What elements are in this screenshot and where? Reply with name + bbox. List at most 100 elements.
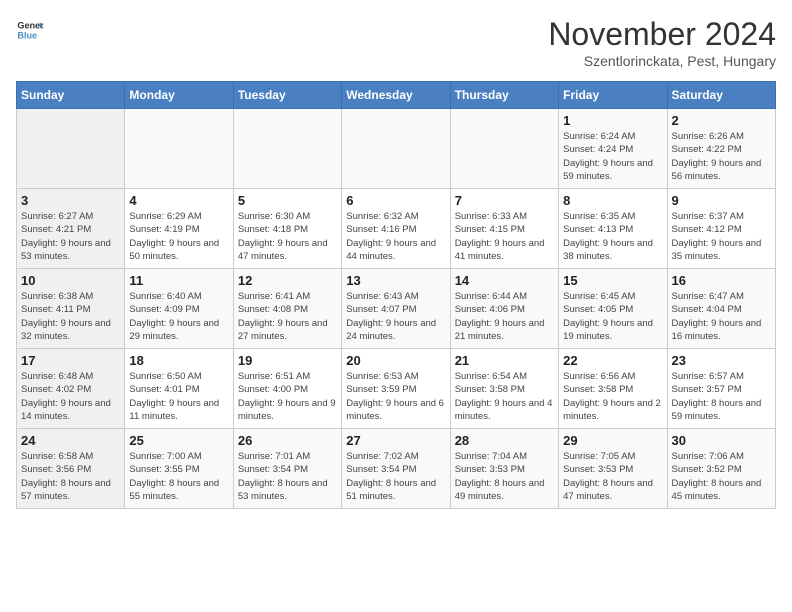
calendar-cell: 22Sunrise: 6:56 AM Sunset: 3:58 PM Dayli… — [559, 349, 667, 429]
day-info: Sunrise: 6:29 AM Sunset: 4:19 PM Dayligh… — [129, 210, 228, 263]
svg-text:Blue: Blue — [17, 30, 37, 40]
title-area: November 2024 Szentlorinckata, Pest, Hun… — [548, 16, 776, 69]
day-number: 2 — [672, 113, 771, 128]
day-of-week-header: Tuesday — [233, 82, 341, 109]
day-of-week-header: Monday — [125, 82, 233, 109]
calendar-cell: 9Sunrise: 6:37 AM Sunset: 4:12 PM Daylig… — [667, 189, 775, 269]
day-number: 28 — [455, 433, 554, 448]
calendar-cell: 12Sunrise: 6:41 AM Sunset: 4:08 PM Dayli… — [233, 269, 341, 349]
day-info: Sunrise: 6:40 AM Sunset: 4:09 PM Dayligh… — [129, 290, 228, 343]
calendar-cell: 20 Sunrise: 6:53 AM Sunset: 3:59 PM Dayli… — [342, 349, 450, 429]
day-number: 18 — [129, 353, 228, 368]
day-info: Sunrise: 7:00 AM Sunset: 3:55 PM Dayligh… — [129, 450, 228, 503]
day-info: Sunrise: 6:44 AM Sunset: 4:06 PM Dayligh… — [455, 290, 554, 343]
calendar-cell — [125, 109, 233, 189]
day-number: 7 — [455, 193, 554, 208]
calendar-week-row: 24 Sunrise: 6:58 AM Sunset: 3:56 PM Dayli… — [17, 429, 776, 509]
calendar-cell: 6 Sunrise: 6:32 AM Sunset: 4:16 PM Daylig… — [342, 189, 450, 269]
day-number: 8 — [563, 193, 662, 208]
day-number: 21 — [455, 353, 554, 368]
day-number: 15 — [563, 273, 662, 288]
day-number: 10 — [21, 273, 120, 288]
calendar-cell: 24 Sunrise: 6:58 AM Sunset: 3:56 PM Dayli… — [17, 429, 125, 509]
calendar-cell: 18Sunrise: 6:50 AM Sunset: 4:01 PM Dayli… — [125, 349, 233, 429]
calendar-table: SundayMondayTuesdayWednesdayThursdayFrid… — [16, 81, 776, 509]
day-info: Sunrise: 6:38 AM Sunset: 4:11 PM Dayligh… — [21, 290, 120, 343]
page-header: General Blue November 2024 Szentlorincka… — [16, 16, 776, 69]
calendar-cell — [233, 109, 341, 189]
calendar-cell: 23 Sunrise: 6:57 AM Sunset: 3:57 PM Dayli… — [667, 349, 775, 429]
day-info: Sunrise: 6:51 AM Sunset: 4:00 PM Dayligh… — [238, 370, 337, 423]
day-number: 24 — [21, 433, 120, 448]
day-info: Sunrise: 6:41 AM Sunset: 4:08 PM Dayligh… — [238, 290, 337, 343]
day-number: 13 — [346, 273, 445, 288]
day-of-week-header: Wednesday — [342, 82, 450, 109]
day-number: 3 — [21, 193, 120, 208]
calendar-week-row: 17 Sunrise: 6:48 AM Sunset: 4:02 PM Dayli… — [17, 349, 776, 429]
calendar-header: SundayMondayTuesdayWednesdayThursdayFrid… — [17, 82, 776, 109]
day-info: Sunrise: 6:47 AM Sunset: 4:04 PM Dayligh… — [672, 290, 771, 343]
day-info: Sunrise: 7:02 AM Sunset: 3:54 PM Dayligh… — [346, 450, 445, 503]
day-number: 20 — [346, 353, 445, 368]
day-info: Sunrise: 7:06 AM Sunset: 3:52 PM Dayligh… — [672, 450, 771, 503]
calendar-body: 1Sunrise: 6:24 AM Sunset: 4:24 PM Daylig… — [17, 109, 776, 509]
calendar-cell — [450, 109, 558, 189]
calendar-cell: 17 Sunrise: 6:48 AM Sunset: 4:02 PM Dayli… — [17, 349, 125, 429]
calendar-cell: 7Sunrise: 6:33 AM Sunset: 4:15 PM Daylig… — [450, 189, 558, 269]
day-number: 27 — [346, 433, 445, 448]
day-info: Sunrise: 6:45 AM Sunset: 4:05 PM Dayligh… — [563, 290, 662, 343]
logo: General Blue — [16, 16, 44, 44]
day-info: Sunrise: 6:35 AM Sunset: 4:13 PM Dayligh… — [563, 210, 662, 263]
day-info: Sunrise: 7:01 AM Sunset: 3:54 PM Dayligh… — [238, 450, 337, 503]
day-number: 17 — [21, 353, 120, 368]
day-number: 9 — [672, 193, 771, 208]
calendar-week-row: 1Sunrise: 6:24 AM Sunset: 4:24 PM Daylig… — [17, 109, 776, 189]
calendar-cell: 1Sunrise: 6:24 AM Sunset: 4:24 PM Daylig… — [559, 109, 667, 189]
day-info: Sunrise: 6:58 AM Sunset: 3:56 PM Dayligh… — [21, 450, 120, 503]
calendar-week-row: 3 Sunrise: 6:27 AM Sunset: 4:21 PM Daylig… — [17, 189, 776, 269]
header-row: SundayMondayTuesdayWednesdayThursdayFrid… — [17, 82, 776, 109]
calendar-cell: 10 Sunrise: 6:38 AM Sunset: 4:11 PM Dayli… — [17, 269, 125, 349]
day-info: Sunrise: 6:48 AM Sunset: 4:02 PM Dayligh… — [21, 370, 120, 423]
day-number: 1 — [563, 113, 662, 128]
calendar-cell: 14 Sunrise: 6:44 AM Sunset: 4:06 PM Dayli… — [450, 269, 558, 349]
day-number: 25 — [129, 433, 228, 448]
day-number: 23 — [672, 353, 771, 368]
day-info: Sunrise: 7:04 AM Sunset: 3:53 PM Dayligh… — [455, 450, 554, 503]
day-info: Sunrise: 7:05 AM Sunset: 3:53 PM Dayligh… — [563, 450, 662, 503]
day-number: 30 — [672, 433, 771, 448]
day-number: 16 — [672, 273, 771, 288]
calendar-cell — [17, 109, 125, 189]
calendar-cell: 5Sunrise: 6:30 AM Sunset: 4:18 PM Daylig… — [233, 189, 341, 269]
calendar-cell: 25 Sunrise: 7:00 AM Sunset: 3:55 PM Dayli… — [125, 429, 233, 509]
calendar-cell: 11Sunrise: 6:40 AM Sunset: 4:09 PM Dayli… — [125, 269, 233, 349]
day-number: 19 — [238, 353, 337, 368]
calendar-week-row: 10 Sunrise: 6:38 AM Sunset: 4:11 PM Dayli… — [17, 269, 776, 349]
calendar-cell: 3 Sunrise: 6:27 AM Sunset: 4:21 PM Daylig… — [17, 189, 125, 269]
day-number: 26 — [238, 433, 337, 448]
day-of-week-header: Saturday — [667, 82, 775, 109]
day-of-week-header: Thursday — [450, 82, 558, 109]
day-number: 29 — [563, 433, 662, 448]
day-number: 14 — [455, 273, 554, 288]
calendar-cell: 15 Sunrise: 6:45 AM Sunset: 4:05 PM Dayli… — [559, 269, 667, 349]
calendar-cell: 4Sunrise: 6:29 AM Sunset: 4:19 PM Daylig… — [125, 189, 233, 269]
calendar-cell: 30 Sunrise: 7:06 AM Sunset: 3:52 PM Dayli… — [667, 429, 775, 509]
calendar-cell: 28 Sunrise: 7:04 AM Sunset: 3:53 PM Dayli… — [450, 429, 558, 509]
calendar-cell: 2 Sunrise: 6:26 AM Sunset: 4:22 PM Daylig… — [667, 109, 775, 189]
day-info: Sunrise: 6:54 AM Sunset: 3:58 PM Dayligh… — [455, 370, 554, 423]
day-info: Sunrise: 6:53 AM Sunset: 3:59 PM Dayligh… — [346, 370, 445, 423]
location: Szentlorinckata, Pest, Hungary — [548, 53, 776, 69]
day-info: Sunrise: 6:26 AM Sunset: 4:22 PM Dayligh… — [672, 130, 771, 183]
day-info: Sunrise: 6:27 AM Sunset: 4:21 PM Dayligh… — [21, 210, 120, 263]
calendar-cell: 16 Sunrise: 6:47 AM Sunset: 4:04 PM Dayli… — [667, 269, 775, 349]
calendar-cell: 8 Sunrise: 6:35 AM Sunset: 4:13 PM Daylig… — [559, 189, 667, 269]
day-info: Sunrise: 6:57 AM Sunset: 3:57 PM Dayligh… — [672, 370, 771, 423]
logo-icon: General Blue — [16, 16, 44, 44]
calendar-cell: 13Sunrise: 6:43 AM Sunset: 4:07 PM Dayli… — [342, 269, 450, 349]
day-info: Sunrise: 6:32 AM Sunset: 4:16 PM Dayligh… — [346, 210, 445, 263]
day-number: 22 — [563, 353, 662, 368]
day-number: 6 — [346, 193, 445, 208]
calendar-cell: 26 Sunrise: 7:01 AM Sunset: 3:54 PM Dayli… — [233, 429, 341, 509]
calendar-cell: 29 Sunrise: 7:05 AM Sunset: 3:53 PM Dayli… — [559, 429, 667, 509]
